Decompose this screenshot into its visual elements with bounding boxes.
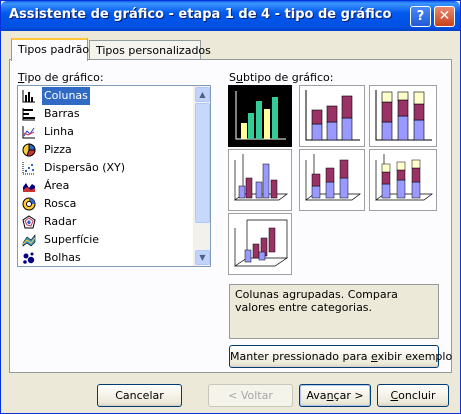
bubble-chart-icon <box>23 252 35 264</box>
scroll-down-icon[interactable]: ▼ <box>195 250 210 265</box>
subtype-100-stacked-column[interactable] <box>369 85 437 147</box>
subtype-3d-100-stacked-column[interactable] <box>369 149 437 211</box>
window-title: Assistente de gráfico - etapa 1 de 4 - t… <box>9 7 392 22</box>
back-button[interactable]: < Voltar <box>208 384 293 407</box>
subtype-3d-clustered-column[interactable] <box>228 149 292 211</box>
list-item-colunas[interactable]: Colunas <box>20 87 192 105</box>
list-item-label: Superfície <box>44 233 100 246</box>
list-item-pizza[interactable]: Pizza <box>20 141 192 159</box>
pie-chart-icon <box>22 143 36 157</box>
title-bar: Assistente de gráfico - etapa 1 de 4 - t… <box>1 1 460 31</box>
list-item-label: Área <box>44 179 70 192</box>
bar-chart-icon <box>22 108 35 121</box>
surface-chart-icon <box>22 234 36 247</box>
radar-chart-icon <box>22 215 36 229</box>
list-item-rosca[interactable]: Rosca <box>20 195 192 213</box>
area-chart-icon <box>23 183 35 192</box>
column-chart-icon <box>22 90 35 103</box>
3d-percent-stacked-column-icon <box>374 154 434 201</box>
doughnut-chart-icon <box>22 197 36 211</box>
list-item-dispersao[interactable]: Dispersão (XY) <box>20 159 192 177</box>
list-item-area[interactable]: Área <box>20 177 192 195</box>
subtype-clustered-column[interactable] <box>228 85 292 147</box>
clustered-column-icon <box>230 87 290 145</box>
list-item-label: Colunas <box>42 87 90 105</box>
scatter-chart-icon <box>22 162 35 175</box>
tab-standard-types[interactable]: Tipos padrão <box>11 38 89 61</box>
percent-stacked-column-icon <box>375 90 432 141</box>
list-item-label: Linha <box>44 125 74 138</box>
subtype-3d-stacked-column[interactable] <box>299 149 365 211</box>
subtype-description: Colunas agrupadas. Compara valores entre… <box>229 284 439 339</box>
help-button[interactable]: ? <box>410 6 431 27</box>
3d-stacked-column-icon <box>304 154 362 201</box>
list-item-label: Radar <box>44 215 77 228</box>
chart-type-label: Tipo de gráfico: <box>18 71 104 84</box>
list-item-label: Barras <box>44 107 80 120</box>
list-item-label: Dispersão (XY) <box>44 161 126 174</box>
list-item-barras[interactable]: Barras <box>20 105 192 123</box>
chart-type-scrollbar[interactable]: ▲ ▼ <box>193 86 210 266</box>
chart-type-list[interactable]: Colunas Barras Linha Pizza Dispersão (XY… <box>17 85 211 267</box>
hold-to-view-sample-button[interactable]: Manter pressionado para exibir exemplo <box>229 345 452 368</box>
list-item-label: Rosca <box>44 197 77 210</box>
chart-wizard-dialog: Assistente de gráfico - etapa 1 de 4 - t… <box>0 0 461 414</box>
list-item-linha[interactable]: Linha <box>20 123 192 141</box>
cancel-button[interactable]: Cancelar <box>97 384 182 407</box>
3d-clustered-column-icon <box>233 154 289 201</box>
list-item-superficie[interactable]: Superfície <box>20 231 192 249</box>
next-button[interactable]: Avançar > <box>299 384 371 407</box>
scroll-up-icon[interactable]: ▲ <box>195 87 210 102</box>
scroll-thumb[interactable] <box>195 103 210 223</box>
list-item-bolhas[interactable]: Bolhas <box>20 249 192 266</box>
subtype-stacked-column[interactable] <box>299 85 365 147</box>
finish-button[interactable]: Concluir <box>377 384 449 407</box>
subtype-label: Subtipo de gráfico: <box>229 71 334 84</box>
tab-custom-types[interactable]: Tipos personalizados <box>89 40 211 61</box>
line-chart-icon <box>22 126 35 139</box>
list-item-label: Bolhas <box>44 251 81 264</box>
close-button[interactable]: ✕ <box>434 6 455 27</box>
stacked-column-icon <box>305 90 360 141</box>
list-item-radar[interactable]: Radar <box>20 213 192 231</box>
3d-column-icon <box>233 219 289 267</box>
list-item-label: Pizza <box>44 143 72 156</box>
subtype-3d-column[interactable] <box>228 213 292 275</box>
